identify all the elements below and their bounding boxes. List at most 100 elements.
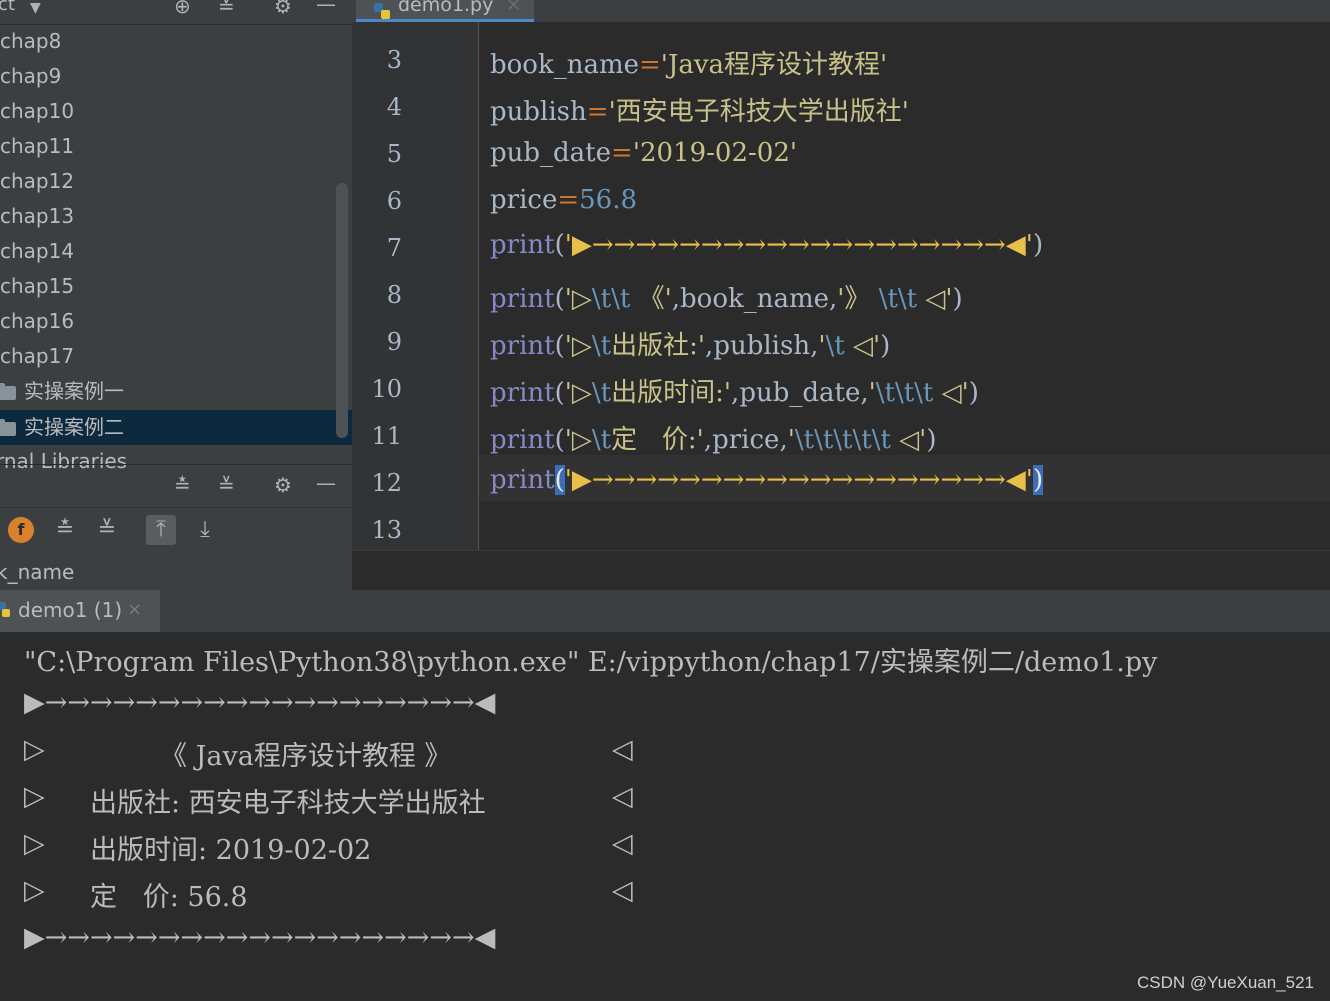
- code-string: '▷: [564, 378, 592, 408]
- folder-icon: [0, 419, 16, 436]
- line-number: 5: [386, 140, 402, 168]
- locate-icon[interactable]: ⊕: [174, 0, 191, 16]
- tree-item-chap17[interactable]: chap17: [0, 339, 336, 374]
- code-escape: \t\t\t\t\t: [794, 425, 891, 455]
- tree-folder-label: 实操案例一: [24, 379, 124, 403]
- console-right-mark: ◁: [612, 875, 633, 906]
- tree-scrollbar[interactable]: [336, 183, 348, 438]
- tree-item-chap9[interactable]: chap9: [0, 59, 336, 94]
- line-number: 10: [371, 375, 402, 403]
- project-tree: chap8 chap9 chap10 chap11 chap12 chap13 …: [0, 24, 352, 473]
- gear-icon[interactable]: ⚙: [274, 0, 292, 16]
- tree-item-chap8[interactable]: chap8: [0, 24, 336, 59]
- line-number: 6: [386, 187, 402, 215]
- tree-folder-case2[interactable]: 实操案例二: [0, 410, 352, 445]
- editor-empty-area: [352, 550, 1330, 590]
- code-string: '▶→→→→→→→→→→→→→→→→→→→◀': [564, 230, 1033, 260]
- console-right-mark: ◁: [612, 828, 633, 859]
- code-identifier: book_name: [680, 284, 830, 314]
- hide-panel-icon[interactable]: —: [316, 473, 336, 493]
- code-line-7[interactable]: print('▶→→→→→→→→→→→→→→→→→→→◀'): [490, 230, 1043, 260]
- code-line-6[interactable]: price=56.8: [490, 185, 637, 215]
- code-keyword: print: [490, 425, 555, 455]
- close-icon[interactable]: ×: [506, 0, 521, 15]
- code-escape: \t: [591, 378, 612, 408]
- code-identifier: publish: [713, 331, 811, 361]
- expand-all-icon[interactable]: ≛: [174, 475, 191, 495]
- code-string: '▷: [564, 331, 592, 361]
- tree-item-chap16[interactable]: chap16: [0, 304, 336, 339]
- console-title-row: 《 Java程序设计教程 》: [160, 741, 452, 772]
- code-keyword: print: [490, 230, 555, 260]
- console-left-mark: ▷: [24, 875, 45, 906]
- collapse-all-icon[interactable]: ≚: [218, 475, 235, 495]
- line-number: 9: [386, 328, 402, 356]
- code-keyword: print: [490, 331, 555, 361]
- console-left-mark: ▷: [24, 734, 45, 765]
- tree-item-chap12[interactable]: chap12: [0, 164, 336, 199]
- line-number: 3: [386, 46, 402, 74]
- collapse-all-icon[interactable]: ≚: [92, 515, 122, 545]
- line-number-gutter: 3 4 5 6 7 8 9 10 11 12 13: [352, 22, 479, 550]
- console-price-row: 定 价: 56.8: [90, 882, 248, 913]
- code-line-4[interactable]: publish='西安电子科技大学出版社': [490, 91, 909, 128]
- line-number: 4: [386, 93, 402, 121]
- code-line-12[interactable]: print('▶→→→→→→→→→→→→→→→→→→→◀'): [490, 465, 1044, 495]
- run-tool-window-tabs: demo1 (1) ×: [0, 590, 1330, 632]
- code-identifier: price: [490, 185, 558, 215]
- tree-folder-case1[interactable]: 实操案例一: [0, 374, 352, 409]
- code-line-3[interactable]: book_name='Java程序设计教程': [490, 44, 887, 81]
- code-string: '▶→→→→→→→→→→→→→→→→→→→◀': [564, 465, 1033, 495]
- code-string: 出版时间:': [611, 378, 732, 408]
- dropdown-arrow-icon[interactable]: ▼: [30, 0, 41, 18]
- code-identifier: pub_date: [490, 138, 612, 168]
- code-identifier: publish: [490, 97, 587, 127]
- editor-tab-bar: demo1.py ×: [352, 0, 1330, 22]
- code-line-10[interactable]: print('▷\t出版时间:',pub_date,'\t\t\t ◁'): [490, 372, 979, 409]
- code-string: '2019-02-02': [632, 138, 798, 168]
- code-keyword: print: [490, 378, 555, 408]
- code-line-5[interactable]: pub_date='2019-02-02': [490, 138, 797, 168]
- close-icon[interactable]: ×: [127, 599, 142, 620]
- code-keyword: print: [490, 284, 555, 314]
- code-string: ◁': [933, 378, 969, 408]
- code-identifier: price: [712, 425, 780, 455]
- tree-item-chap15[interactable]: chap15: [0, 269, 336, 304]
- expand-all-icon[interactable]: ≛: [50, 515, 80, 545]
- code-escape: \t: [591, 331, 612, 361]
- editor-tab-demo1[interactable]: demo1.py ×: [356, 0, 534, 22]
- run-console-output[interactable]: "C:\Program Files\Python38\python.exe" E…: [0, 632, 1330, 1001]
- code-editor: demo1.py × 3 4 5 6 7 8 9 10 11 12 13 boo…: [352, 0, 1330, 590]
- structure-item[interactable]: k_name: [0, 560, 74, 584]
- code-string: ◁': [844, 331, 881, 361]
- tree-folder-label: 实操案例二: [24, 415, 124, 439]
- console-date-row: 出版时间: 2019-02-02: [90, 835, 372, 866]
- matched-brace: (: [554, 465, 565, 495]
- tree-item-chap10[interactable]: chap10: [0, 94, 336, 129]
- hide-panel-icon[interactable]: —: [316, 0, 336, 14]
- python-file-icon: [374, 3, 390, 19]
- tree-item-chap13[interactable]: chap13: [0, 199, 336, 234]
- run-tab-demo1[interactable]: demo1 (1) ×: [0, 590, 160, 632]
- scroll-from-source-icon[interactable]: ⤒: [146, 515, 176, 545]
- structure-toolbar: f ≛ ≚ ⤒ ⤓: [0, 507, 352, 553]
- console-right-mark: ◁: [612, 734, 633, 765]
- code-string: ': [787, 425, 795, 455]
- gear-icon[interactable]: ⚙: [274, 475, 292, 495]
- code-line-11[interactable]: print('▷\t定 价:',price,'\t\t\t\t\t ◁'): [490, 419, 936, 456]
- code-line-9[interactable]: print('▷\t出版社:',publish,'\t ◁'): [490, 325, 890, 362]
- project-panel-title[interactable]: ct: [0, 0, 15, 15]
- console-border-bottom: ▶→→→→→→→→→→→→→→→→→→→◀: [24, 922, 496, 953]
- code-line-8[interactable]: print('▷\t\t 《',book_name,'》 \t\t ◁'): [490, 278, 963, 315]
- scroll-to-source-icon[interactable]: ⤓: [190, 515, 220, 545]
- field-filter-icon[interactable]: f: [8, 517, 34, 543]
- code-keyword: print: [490, 465, 555, 495]
- collapse-all-icon[interactable]: ≚: [218, 0, 235, 16]
- tree-item-chap14[interactable]: chap14: [0, 234, 336, 269]
- console-publish-row: 出版社: 西安电子科技大学出版社: [90, 788, 486, 819]
- code-string: '》: [837, 284, 871, 314]
- tree-item-chap11[interactable]: chap11: [0, 129, 336, 164]
- code-string: 'Java程序设计教程': [660, 50, 888, 80]
- code-string: ◁': [917, 284, 953, 314]
- code-string: 定 价:': [611, 425, 704, 455]
